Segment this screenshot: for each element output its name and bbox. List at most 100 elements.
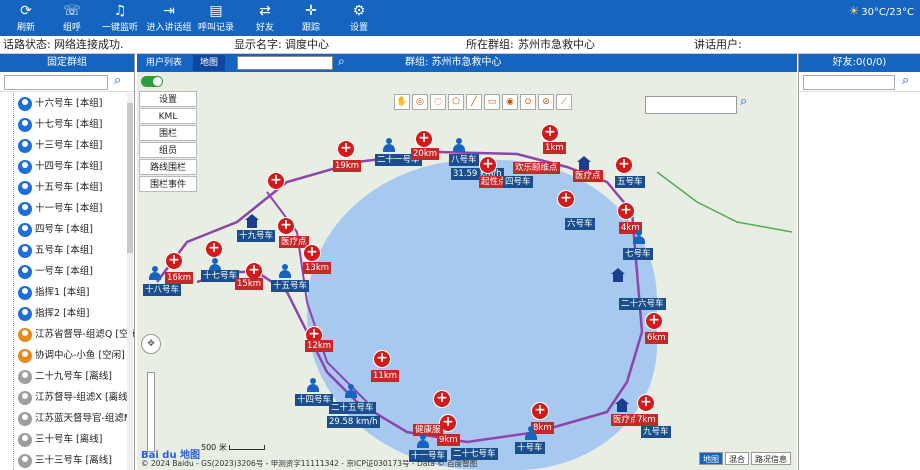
polygon-tool-icon[interactable]: ⬠ — [448, 94, 464, 110]
ruler-tool-icon[interactable]: ⟋ — [556, 94, 572, 110]
search-icon[interactable]: ⌕ — [740, 94, 747, 109]
list-item[interactable]: 指挥1 [本组] — [18, 284, 134, 302]
vehicle-label[interactable]: 九号车 — [641, 426, 671, 438]
distance-label: 13km — [303, 262, 332, 274]
menu-kml[interactable]: KML — [139, 108, 197, 124]
group-call-button[interactable]: ☏ 组呼 — [54, 2, 90, 35]
list-item[interactable]: 二十九号车 [离线] — [18, 368, 134, 386]
vehicle-label[interactable]: 五号车 — [615, 176, 645, 188]
menu-fence[interactable]: 围栏 — [139, 125, 197, 141]
list-item[interactable]: 三十三号车 [离线] — [18, 452, 134, 470]
map-canvas[interactable]: 设置 KML 围栏 组员 路线围栏 围栏事件 ✋ ◎ ◌ ⬠ ╱ ▭ ◉ ⊙ ⊘ ⟋ ⌕ + 十八… — [137, 72, 797, 470]
emergency-marker-icon[interactable]: + — [637, 394, 655, 412]
list-item[interactable]: 协调中心-小鱼 [空闲] — [18, 347, 134, 365]
list-item[interactable]: 三十号车 [离线] — [18, 431, 134, 449]
hand-icon[interactable]: ✋ — [394, 94, 410, 110]
emergency-marker-icon[interactable]: + — [433, 390, 451, 408]
vehicle-label[interactable]: 二十五号车 — [329, 402, 376, 414]
map-type-map[interactable]: 地图 — [699, 452, 723, 465]
emergency-marker-icon[interactable]: + — [645, 312, 663, 330]
menu-settings[interactable]: 设置 — [139, 91, 197, 107]
list-item[interactable]: 指挥2 [本组] — [18, 305, 134, 323]
list-item[interactable]: 江苏蓝天督导官-组滤M — [18, 410, 134, 428]
line-tool-icon[interactable]: ╱ — [466, 94, 482, 110]
scrollbar[interactable] — [127, 93, 133, 470]
measure-tool-icon[interactable]: ⊘ — [538, 94, 554, 110]
list-item[interactable]: 五号车 [本组] — [18, 242, 134, 260]
vehicle-label[interactable]: 十四号车 — [295, 394, 334, 406]
map-type-hybrid[interactable]: 混合 — [725, 452, 749, 465]
speed-label: 29.58 km/h — [327, 416, 380, 428]
emergency-marker-icon[interactable]: + — [479, 156, 497, 174]
list-item[interactable]: 江苏督导-组滤X [离线] — [18, 389, 134, 407]
point-tool-icon[interactable]: ⊙ — [520, 94, 536, 110]
layer-toggle[interactable] — [141, 76, 163, 87]
target-tool-icon[interactable]: ◉ — [502, 94, 518, 110]
vehicle-label[interactable]: 十五号车 — [271, 280, 310, 292]
emergency-marker-icon[interactable]: + — [303, 244, 321, 262]
list-item[interactable]: 江苏省督导-组滤Q [空闲] — [18, 326, 134, 344]
call-record-button[interactable]: ▤ 呼叫记录 — [196, 2, 236, 35]
emergency-marker-icon[interactable]: + — [205, 240, 223, 258]
enter-group-button[interactable]: ⇥ 进入讲话组 — [146, 2, 192, 35]
emergency-marker-icon[interactable]: + — [277, 217, 295, 235]
friend-search-input[interactable] — [803, 75, 895, 90]
search-icon[interactable]: ⌕ — [114, 73, 121, 88]
menu-fence-events[interactable]: 围栏事件 — [139, 176, 197, 192]
search-icon[interactable]: ⌕ — [902, 73, 909, 88]
list-item[interactable]: 一号车 [本组] — [18, 263, 134, 281]
menu-members[interactable]: 组员 — [139, 142, 197, 158]
group-search-input[interactable] — [4, 75, 108, 90]
vehicle-label[interactable]: 十九号车 — [237, 230, 276, 242]
list-item[interactable]: 十七号车 [本组] — [18, 116, 134, 134]
hospital-icon — [245, 214, 259, 228]
current-group-label: 所在群组: — [466, 38, 514, 51]
list-item[interactable]: 四号车 [本组] — [18, 221, 134, 239]
list-item[interactable]: 十五号车 [本组] — [18, 179, 134, 197]
vehicle-label[interactable]: 二十六号车 — [619, 298, 666, 310]
list-item[interactable]: 十六号车 [本组] — [18, 95, 134, 113]
zoom-slider[interactable] — [147, 372, 155, 452]
tab-map[interactable]: 地图 — [193, 55, 226, 71]
emergency-marker-icon[interactable]: + — [557, 190, 575, 208]
distance-label: 1km — [543, 142, 566, 154]
map-type-traffic[interactable]: 路况信息 — [751, 452, 791, 465]
emergency-marker-icon[interactable]: + — [373, 350, 391, 368]
settings-button[interactable]: ⚙ 设置 — [344, 2, 374, 35]
search-icon[interactable]: ⌕ — [338, 54, 345, 69]
place-search-input[interactable] — [645, 96, 737, 114]
vehicle-label[interactable]: 十号车 — [515, 442, 545, 454]
emergency-marker-icon[interactable]: + — [541, 124, 559, 142]
vehicle-label[interactable]: 四号车 — [503, 176, 533, 188]
emergency-marker-icon[interactable]: + — [267, 172, 285, 190]
friend-button[interactable]: ⇄ 好友 — [250, 2, 280, 35]
refresh-button[interactable]: ⟳ 刷新 — [8, 2, 44, 35]
scrollbar-thumb[interactable] — [127, 103, 133, 253]
tab-user-list[interactable]: 用户列表 — [139, 55, 189, 71]
emergency-marker-icon[interactable]: + — [531, 402, 549, 420]
vehicle-label[interactable]: 十八号车 — [143, 284, 182, 296]
menu-route-fence[interactable]: 路线围栏 — [139, 159, 197, 175]
vehicle-label[interactable]: 十七号车 — [201, 270, 240, 282]
monitor-button[interactable]: ♫ 一键监听 — [100, 2, 140, 35]
settings-icon: ⚙ — [352, 3, 366, 19]
rect-tool-icon[interactable]: ▭ — [484, 94, 500, 110]
vehicle-label[interactable]: 八号车 — [449, 154, 479, 166]
emergency-marker-icon[interactable]: + — [165, 252, 183, 270]
marker-tool-icon[interactable]: ◎ — [412, 94, 428, 110]
vehicle-label[interactable]: 六号车 — [565, 218, 595, 230]
friend-search: ⌕ — [799, 72, 920, 92]
vehicle-label[interactable]: 七号车 — [623, 248, 653, 260]
list-item[interactable]: 十三号车 [本组] — [18, 137, 134, 155]
map-side-menu: 设置 KML 围栏 组员 路线围栏 围栏事件 — [139, 72, 199, 193]
circle-tool-icon[interactable]: ◌ — [430, 94, 446, 110]
emergency-marker-icon[interactable]: + — [617, 202, 635, 220]
map-search-input[interactable] — [237, 56, 333, 70]
emergency-marker-icon[interactable]: + — [615, 156, 633, 174]
emergency-marker-icon[interactable]: + — [337, 140, 355, 158]
pan-control[interactable]: ✥ — [141, 334, 161, 354]
list-item[interactable]: 十四号车 [本组] — [18, 158, 134, 176]
emergency-marker-icon[interactable]: + — [415, 130, 433, 148]
track-button[interactable]: ✛ 跟踪 — [296, 2, 326, 35]
list-item[interactable]: 十一号车 [本组] — [18, 200, 134, 218]
